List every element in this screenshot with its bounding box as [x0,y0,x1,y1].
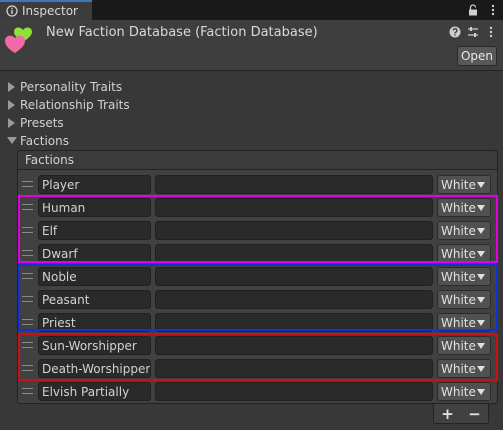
inspector-header: New Faction Database (Faction Database) … [0,20,503,70]
remove-item-button[interactable]: − [467,405,483,423]
open-button[interactable]: Open [457,46,497,66]
faction-description-field[interactable] [155,382,433,401]
list-item: Player White [18,173,496,196]
foldout-label: Personality Traits [20,80,123,94]
dropdown-value: White [441,384,476,399]
factions-list-header: Factions [17,150,498,170]
foldout-presets[interactable]: Presets [6,115,64,131]
drag-handle-icon[interactable] [22,181,33,187]
highlight-group-red [18,333,498,381]
inspector-info-icon [6,5,18,17]
collapsed-arrow-icon [8,118,15,128]
lock-icon[interactable] [467,4,479,16]
collapsed-arrow-icon [8,82,15,92]
help-icon[interactable] [449,26,461,38]
collapsed-arrow-icon [8,100,15,110]
window-tab-bar: Inspector [0,0,503,20]
dropdown-value: White [441,177,476,192]
list-item: Elvish Partially White [18,380,496,403]
faction-description-field[interactable] [155,175,433,194]
presets-icon[interactable] [467,26,479,38]
add-item-button[interactable]: + [440,405,456,423]
drag-handle-icon[interactable] [22,388,33,394]
foldout-label: Relationship Traits [20,98,130,112]
highlight-group-magenta [18,195,498,263]
foldout-label: Presets [20,116,64,130]
chevron-down-icon [477,389,485,395]
faction-color-dropdown[interactable]: White [437,382,491,401]
foldout-label: Factions [20,134,69,148]
hearts-asset-icon [5,27,32,53]
asset-title: New Faction Database (Faction Database) [46,25,318,40]
list-footer: + − [433,404,489,424]
header-divider [0,70,503,71]
faction-color-dropdown[interactable]: White [437,175,491,194]
more-options-icon[interactable] [485,26,497,38]
more-options-icon[interactable] [487,4,499,16]
foldout-relationship-traits[interactable]: Relationship Traits [6,97,130,113]
foldout-personality-traits[interactable]: Personality Traits [6,79,122,95]
inspector-tab[interactable]: Inspector [0,0,92,20]
faction-name-field[interactable]: Elvish Partially [38,382,151,401]
foldout-factions[interactable]: Factions [6,133,69,149]
highlight-group-blue [18,264,498,331]
expanded-arrow-icon [7,137,17,144]
chevron-down-icon [477,182,485,188]
faction-name-field[interactable]: Player [38,175,151,194]
inspector-tab-label: Inspector [22,4,78,18]
